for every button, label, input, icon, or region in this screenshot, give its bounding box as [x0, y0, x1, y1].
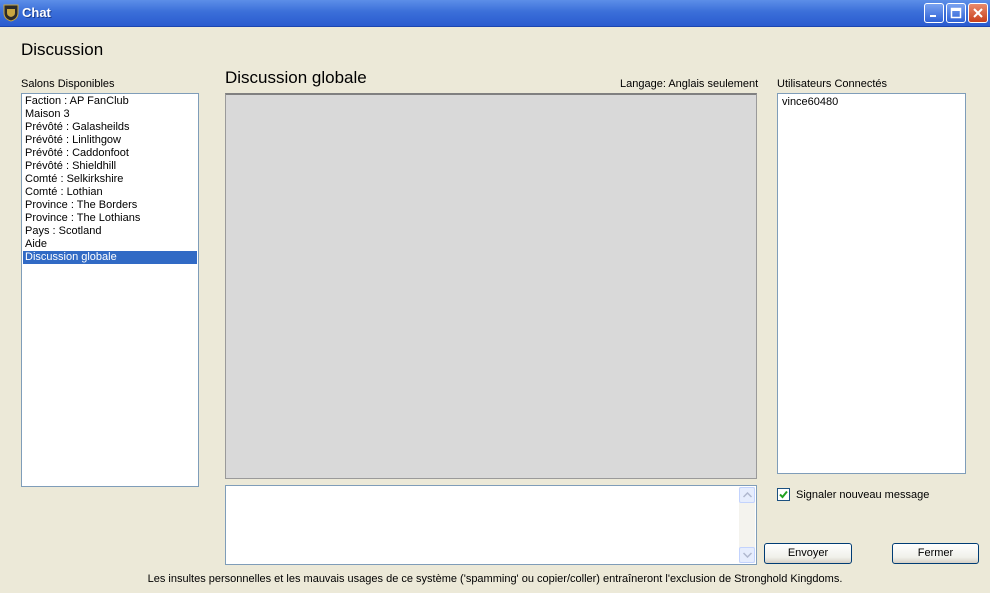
channel-item[interactable]: Prévôté : Caddonfoot — [23, 147, 197, 160]
scroll-down-arrow-icon — [743, 552, 752, 558]
channels-label: Salons Disponibles — [21, 78, 115, 90]
page-heading: Discussion — [21, 40, 104, 59]
scroll-up-arrow-icon — [743, 492, 752, 498]
minimize-icon — [930, 15, 936, 17]
chat-title: Discussion globale — [225, 68, 367, 87]
users-label: Utilisateurs Connectés — [777, 78, 888, 90]
message-input[interactable] — [225, 485, 757, 565]
channel-item[interactable]: Faction : AP FanClub — [23, 95, 197, 108]
channel-item[interactable]: Comté : Lothian — [23, 186, 197, 199]
channel-item[interactable]: Maison 3 — [23, 108, 197, 121]
chat-log[interactable] — [225, 93, 757, 479]
notify-checkbox[interactable] — [777, 488, 790, 501]
channel-list[interactable]: Faction : AP FanClub Maison 3 Prévôté : Ga… — [21, 93, 199, 487]
channel-item[interactable]: Prévôté : Linlithgow — [23, 134, 197, 147]
notify-label[interactable]: Signaler nouveau message — [796, 489, 929, 501]
minimize-button[interactable] — [924, 3, 944, 23]
close-window-button[interactable] — [968, 3, 988, 23]
language-label: Langage: Anglais seulement — [620, 78, 759, 90]
users-list[interactable]: vince60480 — [777, 93, 966, 474]
channel-item[interactable]: Province : The Borders — [23, 199, 197, 212]
maximize-button[interactable] — [946, 3, 966, 23]
channel-item[interactable]: Aide — [23, 238, 197, 251]
channel-item[interactable]: Prévôté : Shieldhill — [23, 160, 197, 173]
channel-item[interactable]: Prévôté : Galasheilds — [23, 121, 197, 134]
scroll-up-button[interactable] — [739, 487, 755, 503]
message-scrollbar[interactable] — [739, 487, 755, 563]
scroll-down-button[interactable] — [739, 547, 755, 563]
window-title: Chat — [22, 5, 51, 20]
channel-item[interactable]: Pays : Scotland — [23, 225, 197, 238]
send-button[interactable]: Envoyer — [764, 543, 852, 564]
channel-item[interactable]: Discussion globale — [23, 251, 197, 264]
channel-item[interactable]: Comté : Selkirkshire — [23, 173, 197, 186]
channel-item[interactable]: Province : The Lothians — [23, 212, 197, 225]
window-titlebar[interactable]: Chat — [0, 0, 990, 27]
checkmark-icon — [779, 490, 788, 499]
close-button[interactable]: Fermer — [892, 543, 979, 564]
footer-notice: Les insultes personnelles et les mauvais… — [147, 573, 843, 585]
shield-app-icon[interactable] — [3, 4, 19, 22]
maximize-icon — [950, 7, 962, 19]
close-icon — [973, 8, 983, 18]
user-item[interactable]: vince60480 — [781, 96, 962, 109]
